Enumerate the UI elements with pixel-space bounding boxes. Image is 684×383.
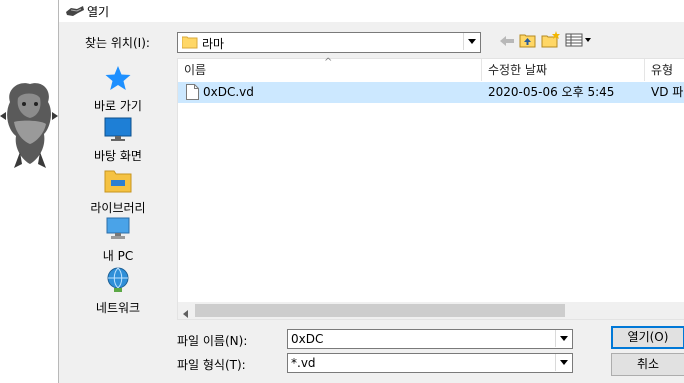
- place-this-pc[interactable]: 내 PC: [79, 216, 157, 264]
- lookin-value: 라마: [202, 37, 225, 51]
- filetype-label: 파일 형식(T):: [177, 358, 246, 372]
- column-header-type[interactable]: 유형: [651, 59, 673, 81]
- file-name: 0xDC.vd: [203, 85, 254, 99]
- column-header-date[interactable]: 수정한 날짜: [488, 59, 547, 81]
- scrollbar-thumb[interactable]: [195, 304, 565, 317]
- filetype-value: *.vd: [291, 356, 316, 370]
- file-icon: [186, 84, 199, 103]
- column-divider[interactable]: [644, 59, 645, 81]
- place-label: 라이브러리: [90, 201, 146, 215]
- lookin-combo[interactable]: 라마: [177, 32, 481, 53]
- column-divider[interactable]: [481, 59, 482, 81]
- up-folder-icon[interactable]: [519, 32, 537, 48]
- network-icon: [107, 267, 129, 292]
- lookin-label: 찾는 위치(I):: [85, 36, 150, 50]
- place-label: 바로 가기: [94, 99, 142, 113]
- filename-label: 파일 이름(N):: [177, 334, 248, 348]
- places-bar: 바로 가기 바탕 화면 라이브러리 내 PC 네트워크: [79, 60, 157, 318]
- desktop-icon: [104, 117, 132, 141]
- place-desktop[interactable]: 바탕 화면: [79, 116, 157, 164]
- filename-value: 0xDC: [291, 332, 324, 346]
- creature-sprite: [0, 72, 58, 172]
- place-libraries[interactable]: 라이브러리: [79, 166, 157, 216]
- place-label: 바탕 화면: [94, 149, 142, 163]
- quick-access-star-icon: [105, 66, 131, 90]
- file-date: 2020-05-06 오후 5:45: [488, 85, 615, 99]
- place-label: 내 PC: [102, 249, 134, 263]
- filetype-select[interactable]: *.vd: [287, 353, 573, 373]
- libraries-folder-icon: [104, 170, 132, 193]
- window-title: 열기: [87, 5, 110, 19]
- chevron-down-icon[interactable]: [555, 354, 572, 371]
- file-row[interactable]: 0xDC.vd 2020-05-06 오후 5:45 VD 파: [178, 82, 684, 103]
- place-network[interactable]: 네트워크: [79, 266, 157, 316]
- filename-input[interactable]: 0xDC: [287, 329, 573, 349]
- back-icon[interactable]: [499, 34, 515, 48]
- new-folder-icon[interactable]: [541, 30, 561, 48]
- title-bar: 열기: [59, 0, 684, 22]
- file-list[interactable]: 이름 ^ 수정한 날짜 유형 0xDC.vd 2020-05-06 오후 5:4…: [177, 57, 684, 320]
- open-button[interactable]: 열기(O): [611, 326, 684, 349]
- chevron-down-icon[interactable]: [463, 33, 480, 50]
- folder-icon: [181, 35, 198, 49]
- place-quick-access[interactable]: 바로 가기: [79, 64, 157, 114]
- place-label: 네트워크: [95, 301, 141, 315]
- scroll-left-icon[interactable]: [183, 307, 189, 321]
- cancel-button[interactable]: 취소: [611, 353, 684, 376]
- view-menu-icon[interactable]: [565, 32, 593, 48]
- sort-arrow-icon: ^: [324, 57, 333, 68]
- column-header-name[interactable]: 이름: [184, 59, 206, 81]
- file-type: VD 파: [651, 85, 684, 99]
- app-icon: [65, 4, 85, 18]
- horizontal-scrollbar[interactable]: [178, 302, 684, 319]
- open-file-dialog: 열기 찾는 위치(I): 라마 바로 가기 바탕 화면 라이브러리 내 PC 네…: [58, 0, 684, 383]
- chevron-down-icon[interactable]: [555, 330, 572, 347]
- this-pc-icon: [106, 217, 130, 239]
